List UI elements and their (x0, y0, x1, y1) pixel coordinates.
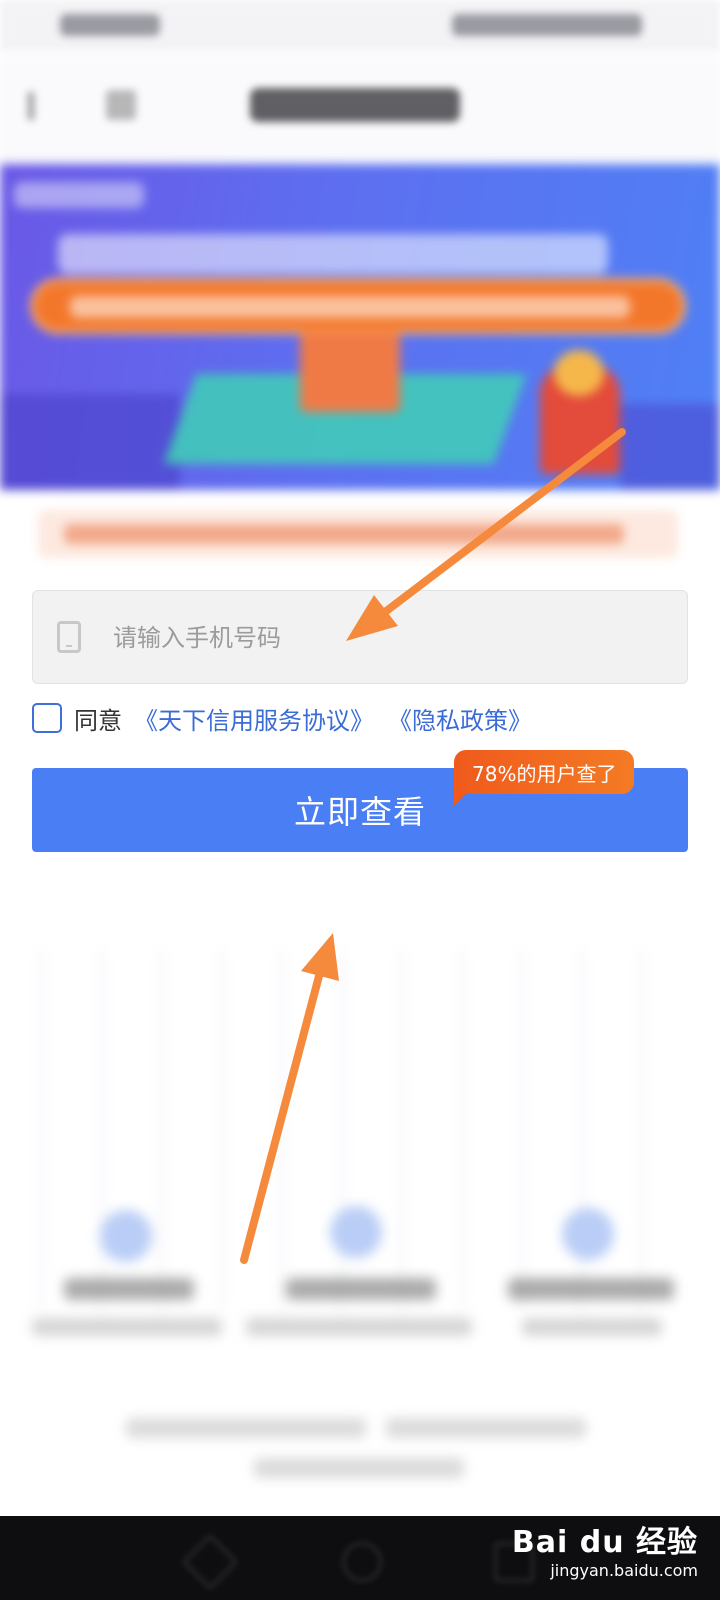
agree-checkbox[interactable] (32, 703, 62, 733)
nav-back-icon[interactable] (181, 1533, 239, 1591)
nav-home-icon[interactable] (342, 1542, 382, 1582)
promo-banner (0, 164, 720, 490)
percentage-badge: 78%的用户查了 (454, 750, 635, 794)
close-icon[interactable] (106, 90, 136, 120)
feature-section (0, 950, 720, 1470)
badge-tail (454, 792, 468, 806)
privacy-policy-link[interactable]: 《隐私政策》 (388, 701, 532, 736)
watermark-site: jingyan.baidu.com (550, 1561, 698, 1580)
notice-bar (38, 510, 678, 558)
baidu-watermark: Bai du 经验 jingyan.baidu.com (512, 1517, 698, 1580)
service-agreement-link[interactable]: 《天下信用服务协议》 (134, 701, 374, 736)
agree-label: 同意 (74, 706, 122, 735)
agreement-row: 同意 《天下信用服务协议》 《隐私政策》 (32, 700, 546, 736)
phone-input[interactable] (111, 591, 675, 685)
page-title (250, 88, 460, 122)
footer-text (254, 1458, 464, 1478)
phone-field[interactable] (32, 590, 688, 685)
watermark-brand: Bai du 经验 (511, 1525, 698, 1560)
status-bar (0, 0, 720, 52)
nav-bar (0, 52, 720, 164)
back-icon[interactable] (28, 92, 70, 120)
phone-icon (57, 621, 81, 653)
